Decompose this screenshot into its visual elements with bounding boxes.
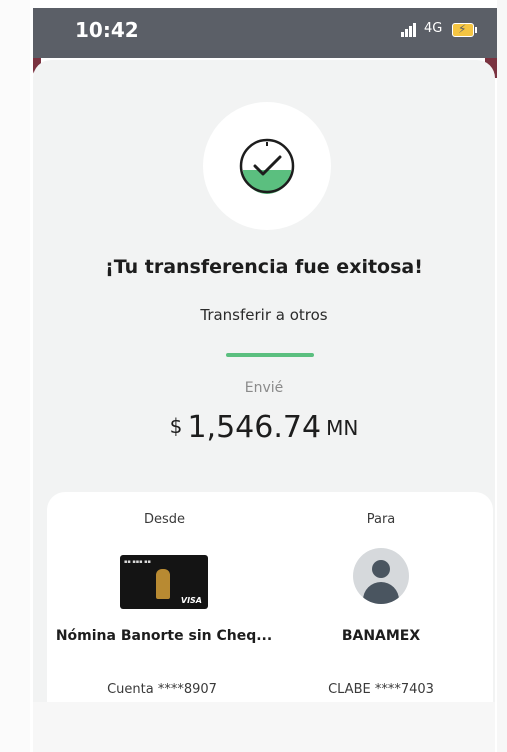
confirmation-card: ¡Tu transferencia fue exitosa! Transferi… <box>33 60 495 752</box>
from-label: Desde <box>143 512 186 527</box>
card-decoration: ▪▪ ▪▪▪ ▪▪ <box>124 559 151 565</box>
currency-symbol: $ <box>169 414 183 438</box>
success-title: ¡Tu transferencia fue exitosa! <box>105 256 423 278</box>
phone-screen: 10:42 4G ⚡ ¡Tu transferencia fue exitosa… <box>33 8 497 752</box>
amount-value: 1,546.74 <box>187 410 322 445</box>
from-account-name: Nómina Banorte sin Cheq... <box>55 628 273 644</box>
success-badge <box>203 102 331 230</box>
debit-card-image: ▪▪ ▪▪▪ ▪▪ VISA <box>120 555 208 609</box>
user-avatar-icon <box>353 548 409 604</box>
accent-divider <box>226 353 314 357</box>
transfer-amount: $ 1,546.74 MN <box>33 410 495 445</box>
to-label: Para <box>366 512 396 527</box>
card-brand: VISA <box>180 596 202 605</box>
status-time: 10:42 <box>75 18 139 42</box>
bottom-area <box>33 702 495 752</box>
status-bar: 10:42 4G ⚡ <box>33 8 497 58</box>
sent-label: Envié <box>244 380 284 396</box>
to-account-name: BANAMEX <box>341 628 421 644</box>
scan-margin-right <box>497 0 507 752</box>
checkmark-circle-icon <box>239 138 295 194</box>
transfer-details: Desde Para ▪▪ ▪▪▪ ▪▪ VISA Nómina Banorte… <box>47 492 493 702</box>
scan-margin-left <box>0 0 30 752</box>
transfer-type: Transferir a otros <box>200 306 328 324</box>
network-type: 4G <box>424 21 443 36</box>
battery-charging-icon: ⚡ <box>452 22 477 37</box>
signal-icon <box>401 23 417 37</box>
currency-unit: MN <box>326 416 359 440</box>
to-account-number: CLABE ****7403 <box>328 682 434 697</box>
from-account-number: Cuenta ****8907 <box>107 682 217 697</box>
trophy-icon <box>156 569 170 599</box>
